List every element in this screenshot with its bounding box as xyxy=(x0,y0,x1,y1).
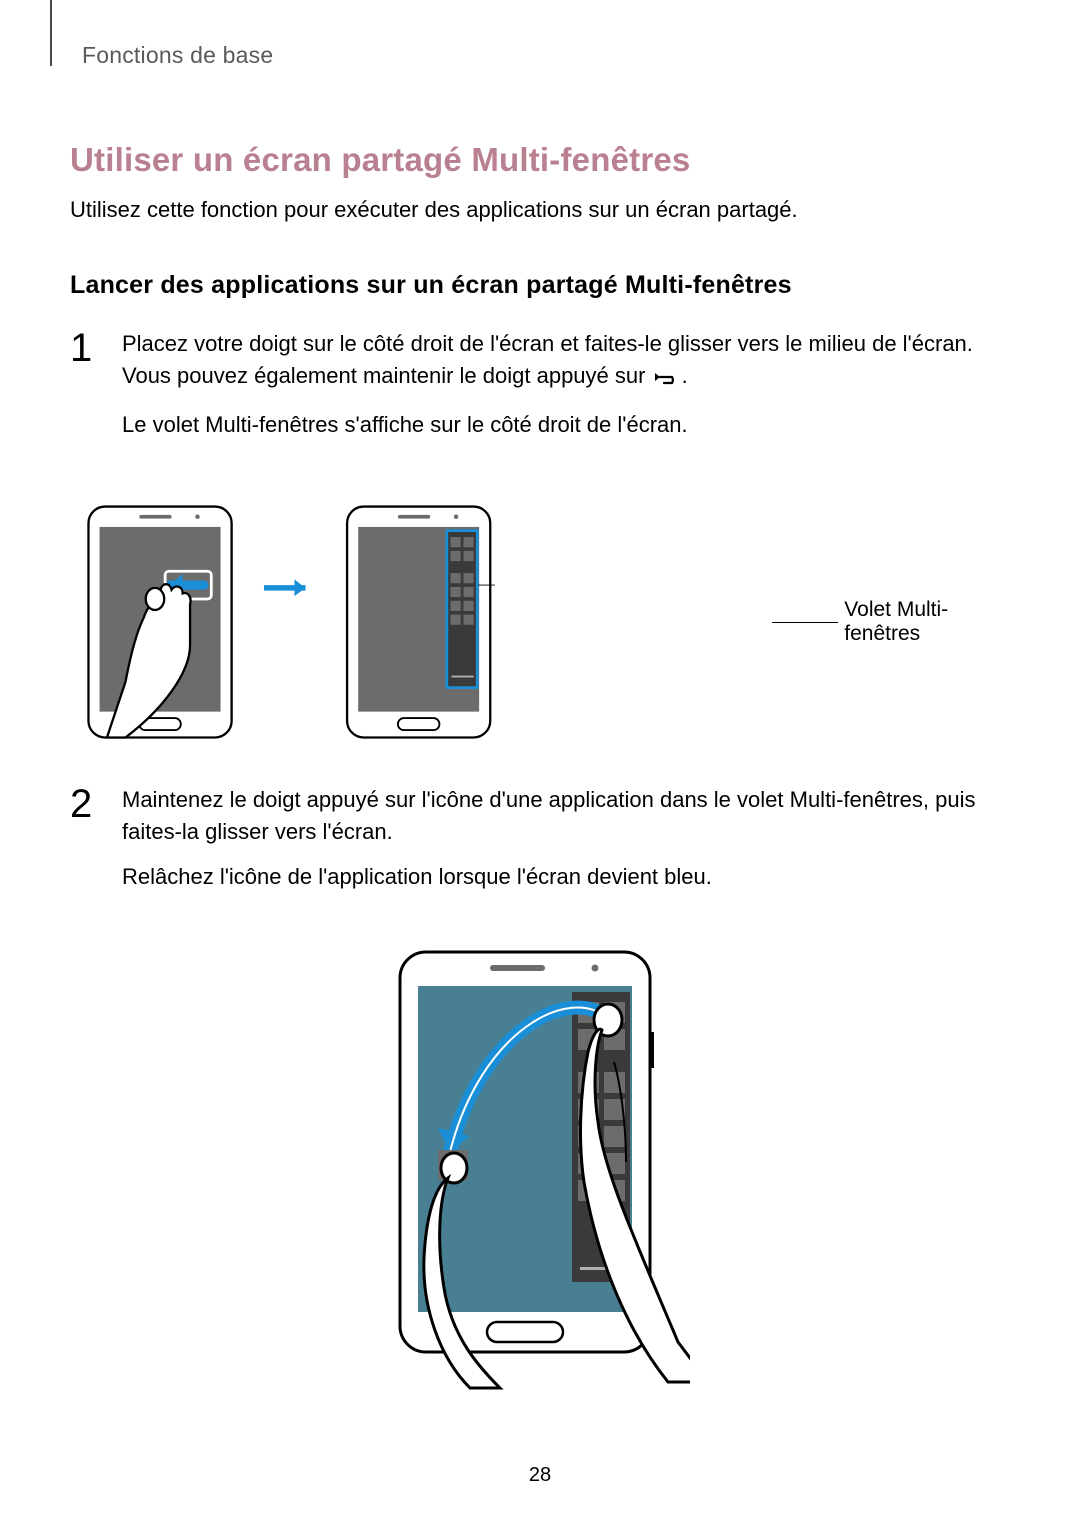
step-text: Placez votre doigt sur le côté droit de … xyxy=(122,328,1010,395)
page-number: 28 xyxy=(0,1464,1080,1487)
step-2: 2 Maintenez le doigt appuyé sur l'icône … xyxy=(70,784,1010,908)
page-lead: Utilisez cette fonction pour exécuter de… xyxy=(70,197,1010,223)
step-text-part: . xyxy=(682,363,688,388)
step-text-part: Placez votre doigt sur le côté droit de … xyxy=(122,331,973,388)
step-text: Relâchez l'icône de l'application lorsqu… xyxy=(122,861,1010,893)
breadcrumb: Fonctions de base xyxy=(82,42,1010,69)
step-text: Le volet Multi-fenêtres s'affiche sur le… xyxy=(122,409,1010,441)
back-icon xyxy=(654,363,680,395)
step-text: Maintenez le doigt appuyé sur l'icône d'… xyxy=(122,784,1010,848)
page-title: Utiliser un écran partagé Multi-fenêtres xyxy=(70,141,1010,179)
figure-drag-app xyxy=(70,947,1010,1397)
callout-label: Volet Multi-fenêtres xyxy=(844,598,1010,646)
callout-leader xyxy=(772,622,838,623)
section-heading: Lancer des applications sur un écran par… xyxy=(70,271,1010,300)
step-number: 1 xyxy=(70,328,100,455)
header-rule xyxy=(50,0,52,66)
step-number: 2 xyxy=(70,784,100,908)
figure-swipe-open-panel: Volet Multi-fenêtres xyxy=(70,495,1010,750)
step-1: 1 Placez votre doigt sur le côté droit d… xyxy=(70,328,1010,455)
